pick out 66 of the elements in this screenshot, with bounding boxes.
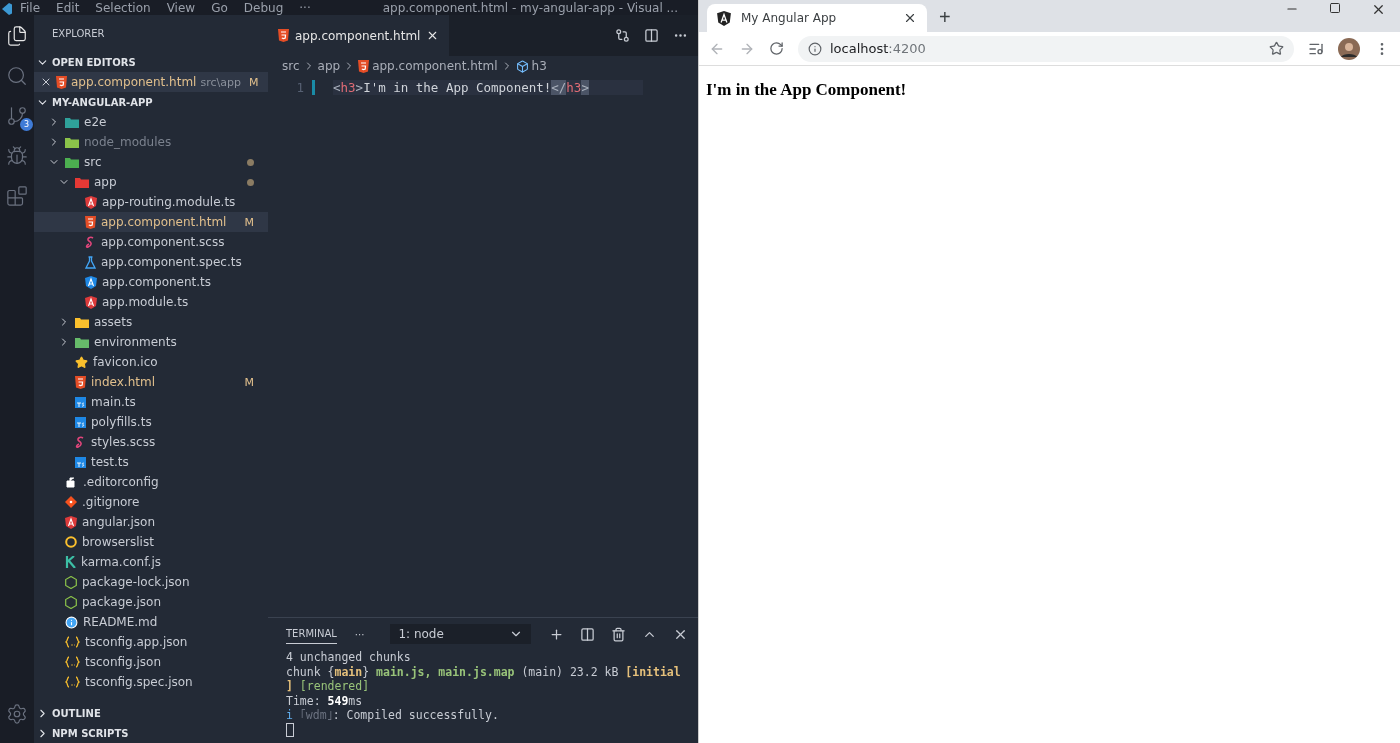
section-header[interactable]: OUTLINE (34, 703, 268, 723)
terminal-line: chunk {main} main.js, main.js.map (main) 23.2 kB [initial (286, 664, 682, 679)
explorer-tree-row[interactable]: environments (34, 332, 268, 352)
section-header[interactable]: MY-ANGULAR-APP (34, 92, 268, 112)
breadcrumb-item[interactable]: app.component.html (372, 59, 498, 73)
line-number: 1 (268, 79, 315, 95)
menu-item[interactable]: Debug (235, 1, 292, 15)
more-button[interactable]: ··· (354, 628, 365, 640)
menu-item[interactable]: View (158, 1, 204, 15)
explorer-tree-row[interactable]: assets (34, 312, 268, 332)
section-header[interactable]: NPM SCRIPTS (34, 723, 268, 743)
explorer-tree-row[interactable]: polyfills.ts (34, 412, 268, 432)
terminal-line: ] [rendered] (286, 679, 371, 694)
explorer-tree-row[interactable]: e2e (34, 112, 268, 132)
explorer-tree-row[interactable]: favicon.ico (34, 352, 268, 372)
explorer-tree-row[interactable]: .gitignore (34, 492, 268, 512)
sidebar-title: EXPLORER (51, 27, 106, 41)
modified-status: M (244, 215, 254, 229)
count-badge: 3 (20, 118, 33, 131)
modified-status: M (244, 375, 254, 389)
explorer-tree-row[interactable]: tsconfig.json (34, 652, 268, 672)
explorer-tree-row[interactable]: angular.json (34, 512, 268, 532)
explorer-tree-row[interactable]: browserslist (34, 532, 268, 552)
explorer-tree-row[interactable]: index.html M (34, 372, 268, 392)
explorer-tree-row[interactable]: tsconfig.app.json (34, 632, 268, 652)
explorer-tree-row[interactable]: package-lock.json (34, 572, 268, 592)
address-bar[interactable]: localhost:4200 (798, 35, 1294, 62)
terminal-select[interactable]: 1: node (390, 624, 531, 644)
explorer-tree-row[interactable]: package.json (34, 592, 268, 612)
explorer-tree-row[interactable]: app (34, 172, 268, 192)
explorer-tree-row[interactable]: styles.scss (34, 432, 268, 452)
menu-item[interactable]: Go (203, 1, 236, 15)
menu-item[interactable]: Edit (48, 1, 88, 15)
explorer-tree-row[interactable]: test.ts (34, 452, 268, 472)
explorer-tree-row[interactable]: README.md (34, 612, 268, 632)
explorer-tree-row[interactable]: app.component.html M (34, 212, 268, 232)
terminal-tab[interactable]: TERMINAL (286, 624, 337, 644)
explorer-tree-row[interactable]: .editorconfig (34, 472, 268, 492)
explorer-tree-row[interactable]: app.component.spec.ts (34, 252, 268, 272)
breadcrumb-item[interactable]: app (317, 59, 341, 73)
browser-tab[interactable]: My Angular App (707, 4, 927, 32)
explorer-tree-row[interactable]: app.module.ts (34, 292, 268, 312)
file-path: src\app (200, 75, 241, 89)
editor-tab[interactable]: app.component.html (268, 15, 450, 56)
explorer-tree-row[interactable]: src (34, 152, 268, 172)
terminal-line: Time: 549ms (286, 693, 364, 708)
explorer-tree-row[interactable]: node_modules (34, 132, 268, 152)
terminal-line: i ｢wdm｣: Compiled successfully. (286, 708, 500, 723)
menu-item[interactable]: Selection (87, 1, 159, 15)
breadcrumb-item[interactable]: h3 (531, 59, 547, 73)
explorer-tree-row[interactable]: app-routing.module.ts (34, 192, 268, 212)
modified-status: M (248, 75, 259, 89)
menu-item[interactable]: ··· (291, 1, 319, 15)
explorer-tree-row[interactable]: main.ts (34, 392, 268, 412)
page-heading: I'm in the App Component! (706, 80, 908, 100)
explorer-tree-row[interactable]: app.component.ts (34, 272, 268, 292)
explorer-tree-row[interactable]: karma.conf.js (34, 552, 268, 572)
explorer-tree-row[interactable]: app.component.scss (34, 232, 268, 252)
terminal-line: 4 unchanged chunks (286, 650, 412, 665)
section-header[interactable]: OPEN EDITORS (34, 52, 268, 72)
breadcrumb-item[interactable]: src (282, 59, 300, 73)
explorer-tree-row[interactable]: tsconfig.spec.json (34, 672, 268, 692)
open-editor-item[interactable]: app.component.html src\app M (34, 72, 268, 92)
window-title: app.component.html - my-angular-app - Visual ... (382, 1, 678, 15)
new-tab-button[interactable]: + (935, 6, 955, 29)
menu-item[interactable]: File (12, 1, 49, 15)
